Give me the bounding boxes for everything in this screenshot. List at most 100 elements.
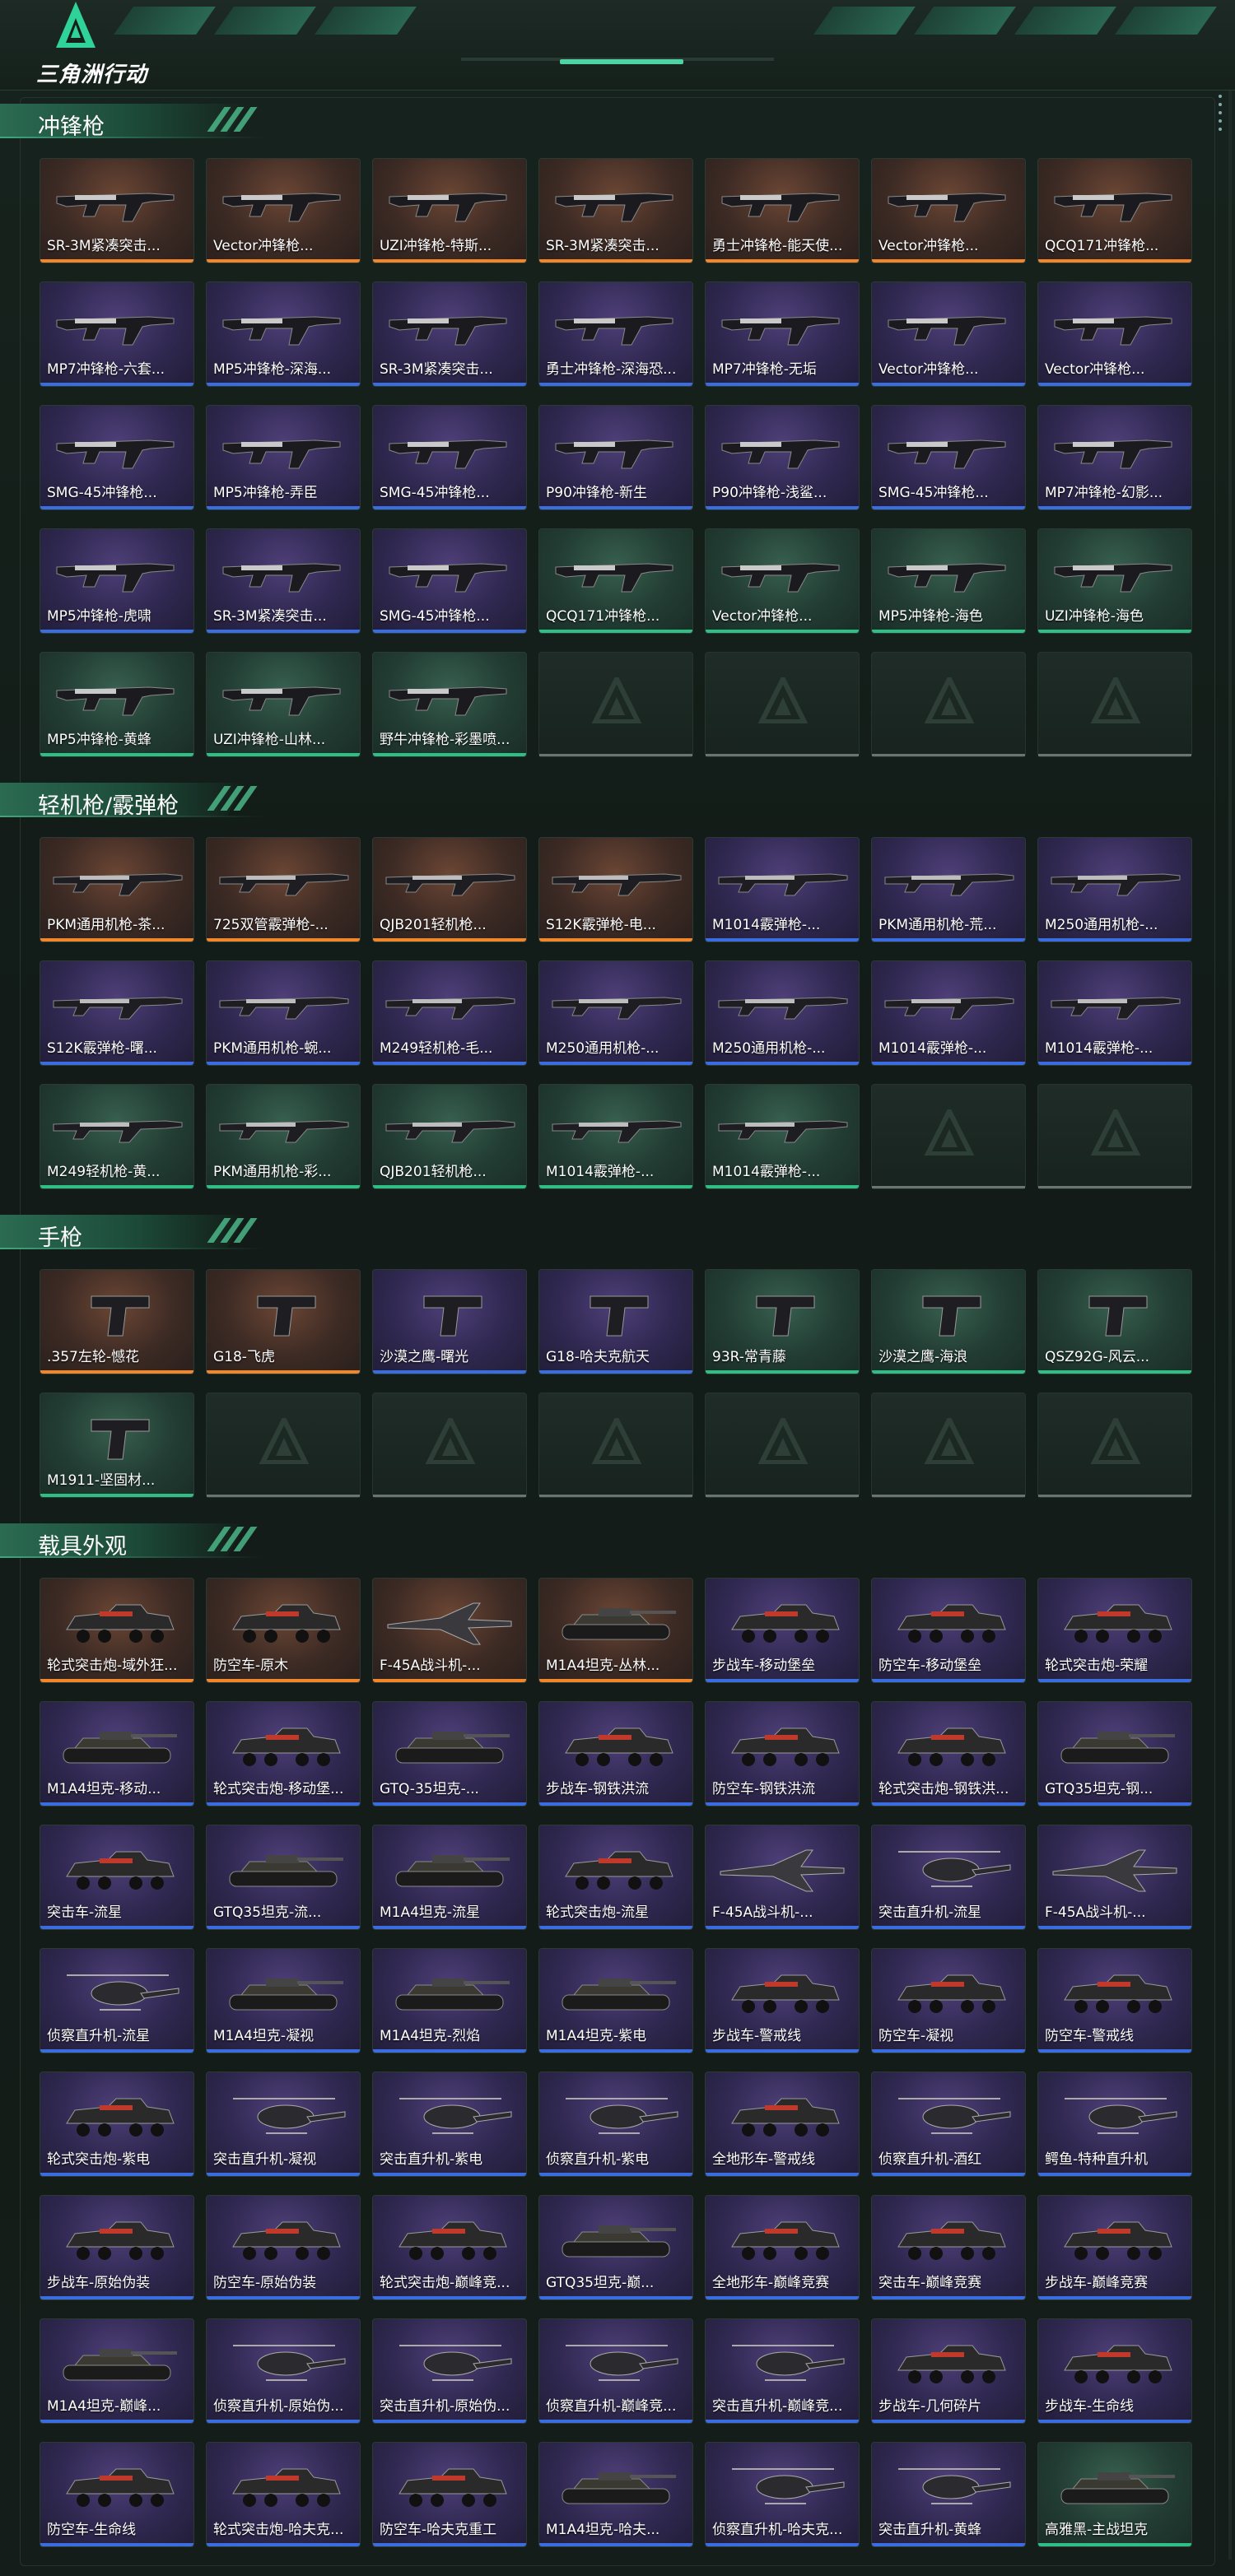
item-card[interactable]: 轮式突击炮-巅峰竞... — [372, 2195, 527, 2300]
item-card[interactable]: 轮式突击炮-钢铁洪... — [871, 1701, 1026, 1806]
item-card[interactable]: M250通用机枪-... — [1037, 837, 1192, 942]
item-card[interactable]: 防空车-警戒线 — [1037, 1948, 1192, 2053]
item-card[interactable]: Vector冲锋枪... — [871, 158, 1026, 263]
item-card[interactable]: 全地形车-警戒线 — [705, 2071, 860, 2177]
item-card[interactable]: QCQ171冲锋枪... — [1037, 158, 1192, 263]
item-card[interactable]: .357左轮-憾花 — [40, 1269, 194, 1374]
item-card[interactable]: 轮式突击炮-域外狂... — [40, 1578, 194, 1683]
item-card[interactable]: GTQ35坦克-巅... — [538, 2195, 693, 2300]
item-card[interactable]: 侦察直升机-流星 — [40, 1948, 194, 2053]
item-card[interactable]: M250通用机枪-... — [705, 960, 860, 1066]
item-card[interactable]: 步战车-移动堡垒 — [705, 1578, 860, 1683]
item-card[interactable]: 侦察直升机-酒红 — [871, 2071, 1026, 2177]
item-card[interactable]: M1A4坦克-丛林... — [538, 1578, 693, 1683]
item-card[interactable]: 突击直升机-原始伪... — [372, 2318, 527, 2424]
item-card[interactable]: 沙漠之鹰-曙光 — [372, 1269, 527, 1374]
item-card[interactable]: 步战车-警戒线 — [705, 1948, 860, 2053]
item-card[interactable]: PKM通用机枪-茶... — [40, 837, 194, 942]
item-card[interactable]: MP7冲锋枪-无垢 — [705, 281, 860, 387]
item-card[interactable]: 防空车-生命线 — [40, 2442, 194, 2547]
item-card[interactable]: 防空车-钢铁洪流 — [705, 1701, 860, 1806]
item-card[interactable]: 侦察直升机-巅峰竞... — [538, 2318, 693, 2424]
item-card[interactable]: GTQ35坦克-流... — [206, 1825, 361, 1930]
item-card[interactable]: 野牛冲锋枪-彩墨喷... — [372, 652, 527, 757]
item-card[interactable]: SMG-45冲锋枪... — [871, 405, 1026, 510]
item-card[interactable]: 侦察直升机-原始伪... — [206, 2318, 361, 2424]
item-card[interactable]: G18-飞虎 — [206, 1269, 361, 1374]
item-card[interactable]: 突击直升机-黄蜂 — [871, 2442, 1026, 2547]
item-card[interactable]: Vector冲锋枪... — [705, 528, 860, 634]
item-card[interactable]: 突击车-流星 — [40, 1825, 194, 1930]
item-card[interactable]: SMG-45冲锋枪... — [372, 405, 527, 510]
item-card[interactable]: S12K霰弹枪-电... — [538, 837, 693, 942]
item-card[interactable]: 突击直升机-凝视 — [206, 2071, 361, 2177]
item-card[interactable]: 勇士冲锋枪-能天使... — [705, 158, 860, 263]
item-card[interactable]: M1A4坦克-凝视 — [206, 1948, 361, 2053]
item-card[interactable]: M249轻机枪-毛... — [372, 960, 527, 1066]
item-card[interactable]: M1014霰弹枪-... — [705, 1084, 860, 1189]
item-card[interactable]: M250通用机枪-... — [538, 960, 693, 1066]
item-card[interactable]: MP5冲锋枪-海色 — [871, 528, 1026, 634]
item-card[interactable]: MP7冲锋枪-六套... — [40, 281, 194, 387]
item-card[interactable]: P90冲锋枪-浅鲨... — [705, 405, 860, 510]
item-card[interactable]: MP5冲锋枪-黄蜂 — [40, 652, 194, 757]
item-card[interactable]: 防空车-原木 — [206, 1578, 361, 1683]
item-card[interactable]: 步战车-巅峰竞赛 — [1037, 2195, 1192, 2300]
item-card[interactable]: M1A4坦克-巅峰... — [40, 2318, 194, 2424]
item-card[interactable]: F-45A战斗机-... — [705, 1825, 860, 1930]
item-card[interactable]: M1A4坦克-哈夫... — [538, 2442, 693, 2547]
item-card[interactable]: 步战车-钢铁洪流 — [538, 1701, 693, 1806]
item-card[interactable]: 防空车-移动堡垒 — [871, 1578, 1026, 1683]
item-card[interactable]: 突击直升机-巅峰竞... — [705, 2318, 860, 2424]
item-card[interactable]: F-45A战斗机-... — [1037, 1825, 1192, 1930]
item-card[interactable]: 突击车-巅峰竞赛 — [871, 2195, 1026, 2300]
item-card[interactable]: QJB201轻机枪... — [372, 837, 527, 942]
item-card[interactable]: 沙漠之鹰-海浪 — [871, 1269, 1026, 1374]
item-card[interactable]: GTQ-35坦克-... — [372, 1701, 527, 1806]
item-card[interactable]: M1A4坦克-烈焰 — [372, 1948, 527, 2053]
item-card[interactable]: 93R-常青藤 — [705, 1269, 860, 1374]
item-card[interactable]: P90冲锋枪-新生 — [538, 405, 693, 510]
item-card[interactable]: 防空车-原始伪装 — [206, 2195, 361, 2300]
item-card[interactable]: M1A4坦克-流星 — [372, 1825, 527, 1930]
item-card[interactable]: 高雅黑-主战坦克 — [1037, 2442, 1192, 2547]
item-card[interactable]: SR-3M紧凑突击... — [206, 528, 361, 634]
item-card[interactable]: 轮式突击炮-哈夫克... — [206, 2442, 361, 2547]
item-card[interactable]: PKM通用机枪-彩... — [206, 1084, 361, 1189]
item-card[interactable]: SMG-45冲锋枪... — [40, 405, 194, 510]
item-card[interactable]: QCQ171冲锋枪... — [538, 528, 693, 634]
item-card[interactable]: Vector冲锋枪... — [206, 158, 361, 263]
item-card[interactable]: MP7冲锋枪-幻影... — [1037, 405, 1192, 510]
item-card[interactable]: SR-3M紧凑突击... — [372, 281, 527, 387]
item-card[interactable]: 全地形车-巅峰竞赛 — [705, 2195, 860, 2300]
item-card[interactable]: Vector冲锋枪... — [1037, 281, 1192, 387]
item-card[interactable]: 步战车-几何碎片 — [871, 2318, 1026, 2424]
item-card[interactable]: 侦察直升机-紫电 — [538, 2071, 693, 2177]
item-card[interactable]: MP5冲锋枪-虎啸 — [40, 528, 194, 634]
item-card[interactable]: M1A4坦克-紫电 — [538, 1948, 693, 2053]
scrollbar-track[interactable] — [1228, 91, 1232, 2560]
item-card[interactable]: QSZ92G-风云... — [1037, 1269, 1192, 1374]
item-card[interactable]: 突击直升机-流星 — [871, 1825, 1026, 1930]
item-card[interactable]: QJB201轻机枪... — [372, 1084, 527, 1189]
item-card[interactable]: GTQ35坦克-钢... — [1037, 1701, 1192, 1806]
item-card[interactable]: 步战车-原始伪装 — [40, 2195, 194, 2300]
item-card[interactable]: SMG-45冲锋枪... — [372, 528, 527, 634]
item-card[interactable]: M249轻机枪-黄... — [40, 1084, 194, 1189]
item-card[interactable]: UZI冲锋枪-海色 — [1037, 528, 1192, 634]
item-card[interactable]: M1A4坦克-移动... — [40, 1701, 194, 1806]
item-card[interactable]: S12K霰弹枪-曙... — [40, 960, 194, 1066]
item-card[interactable]: 突击直升机-紫电 — [372, 2071, 527, 2177]
item-card[interactable]: 轮式突击炮-紫电 — [40, 2071, 194, 2177]
item-card[interactable]: PKM通用机枪-蜿... — [206, 960, 361, 1066]
item-card[interactable]: 步战车-生命线 — [1037, 2318, 1192, 2424]
item-card[interactable]: F-45A战斗机-... — [372, 1578, 527, 1683]
item-card[interactable]: MP5冲锋枪-弄臣 — [206, 405, 361, 510]
item-card[interactable]: M1014霰弹枪-... — [705, 837, 860, 942]
item-card[interactable]: 防空车-哈夫克重工 — [372, 2442, 527, 2547]
item-card[interactable]: G18-哈夫克航天 — [538, 1269, 693, 1374]
item-card[interactable]: 725双管霰弹枪-... — [206, 837, 361, 942]
item-card[interactable]: SR-3M紧凑突击... — [538, 158, 693, 263]
item-card[interactable]: 鳄鱼-特种直升机 — [1037, 2071, 1192, 2177]
item-card[interactable]: 勇士冲锋枪-深海恐... — [538, 281, 693, 387]
